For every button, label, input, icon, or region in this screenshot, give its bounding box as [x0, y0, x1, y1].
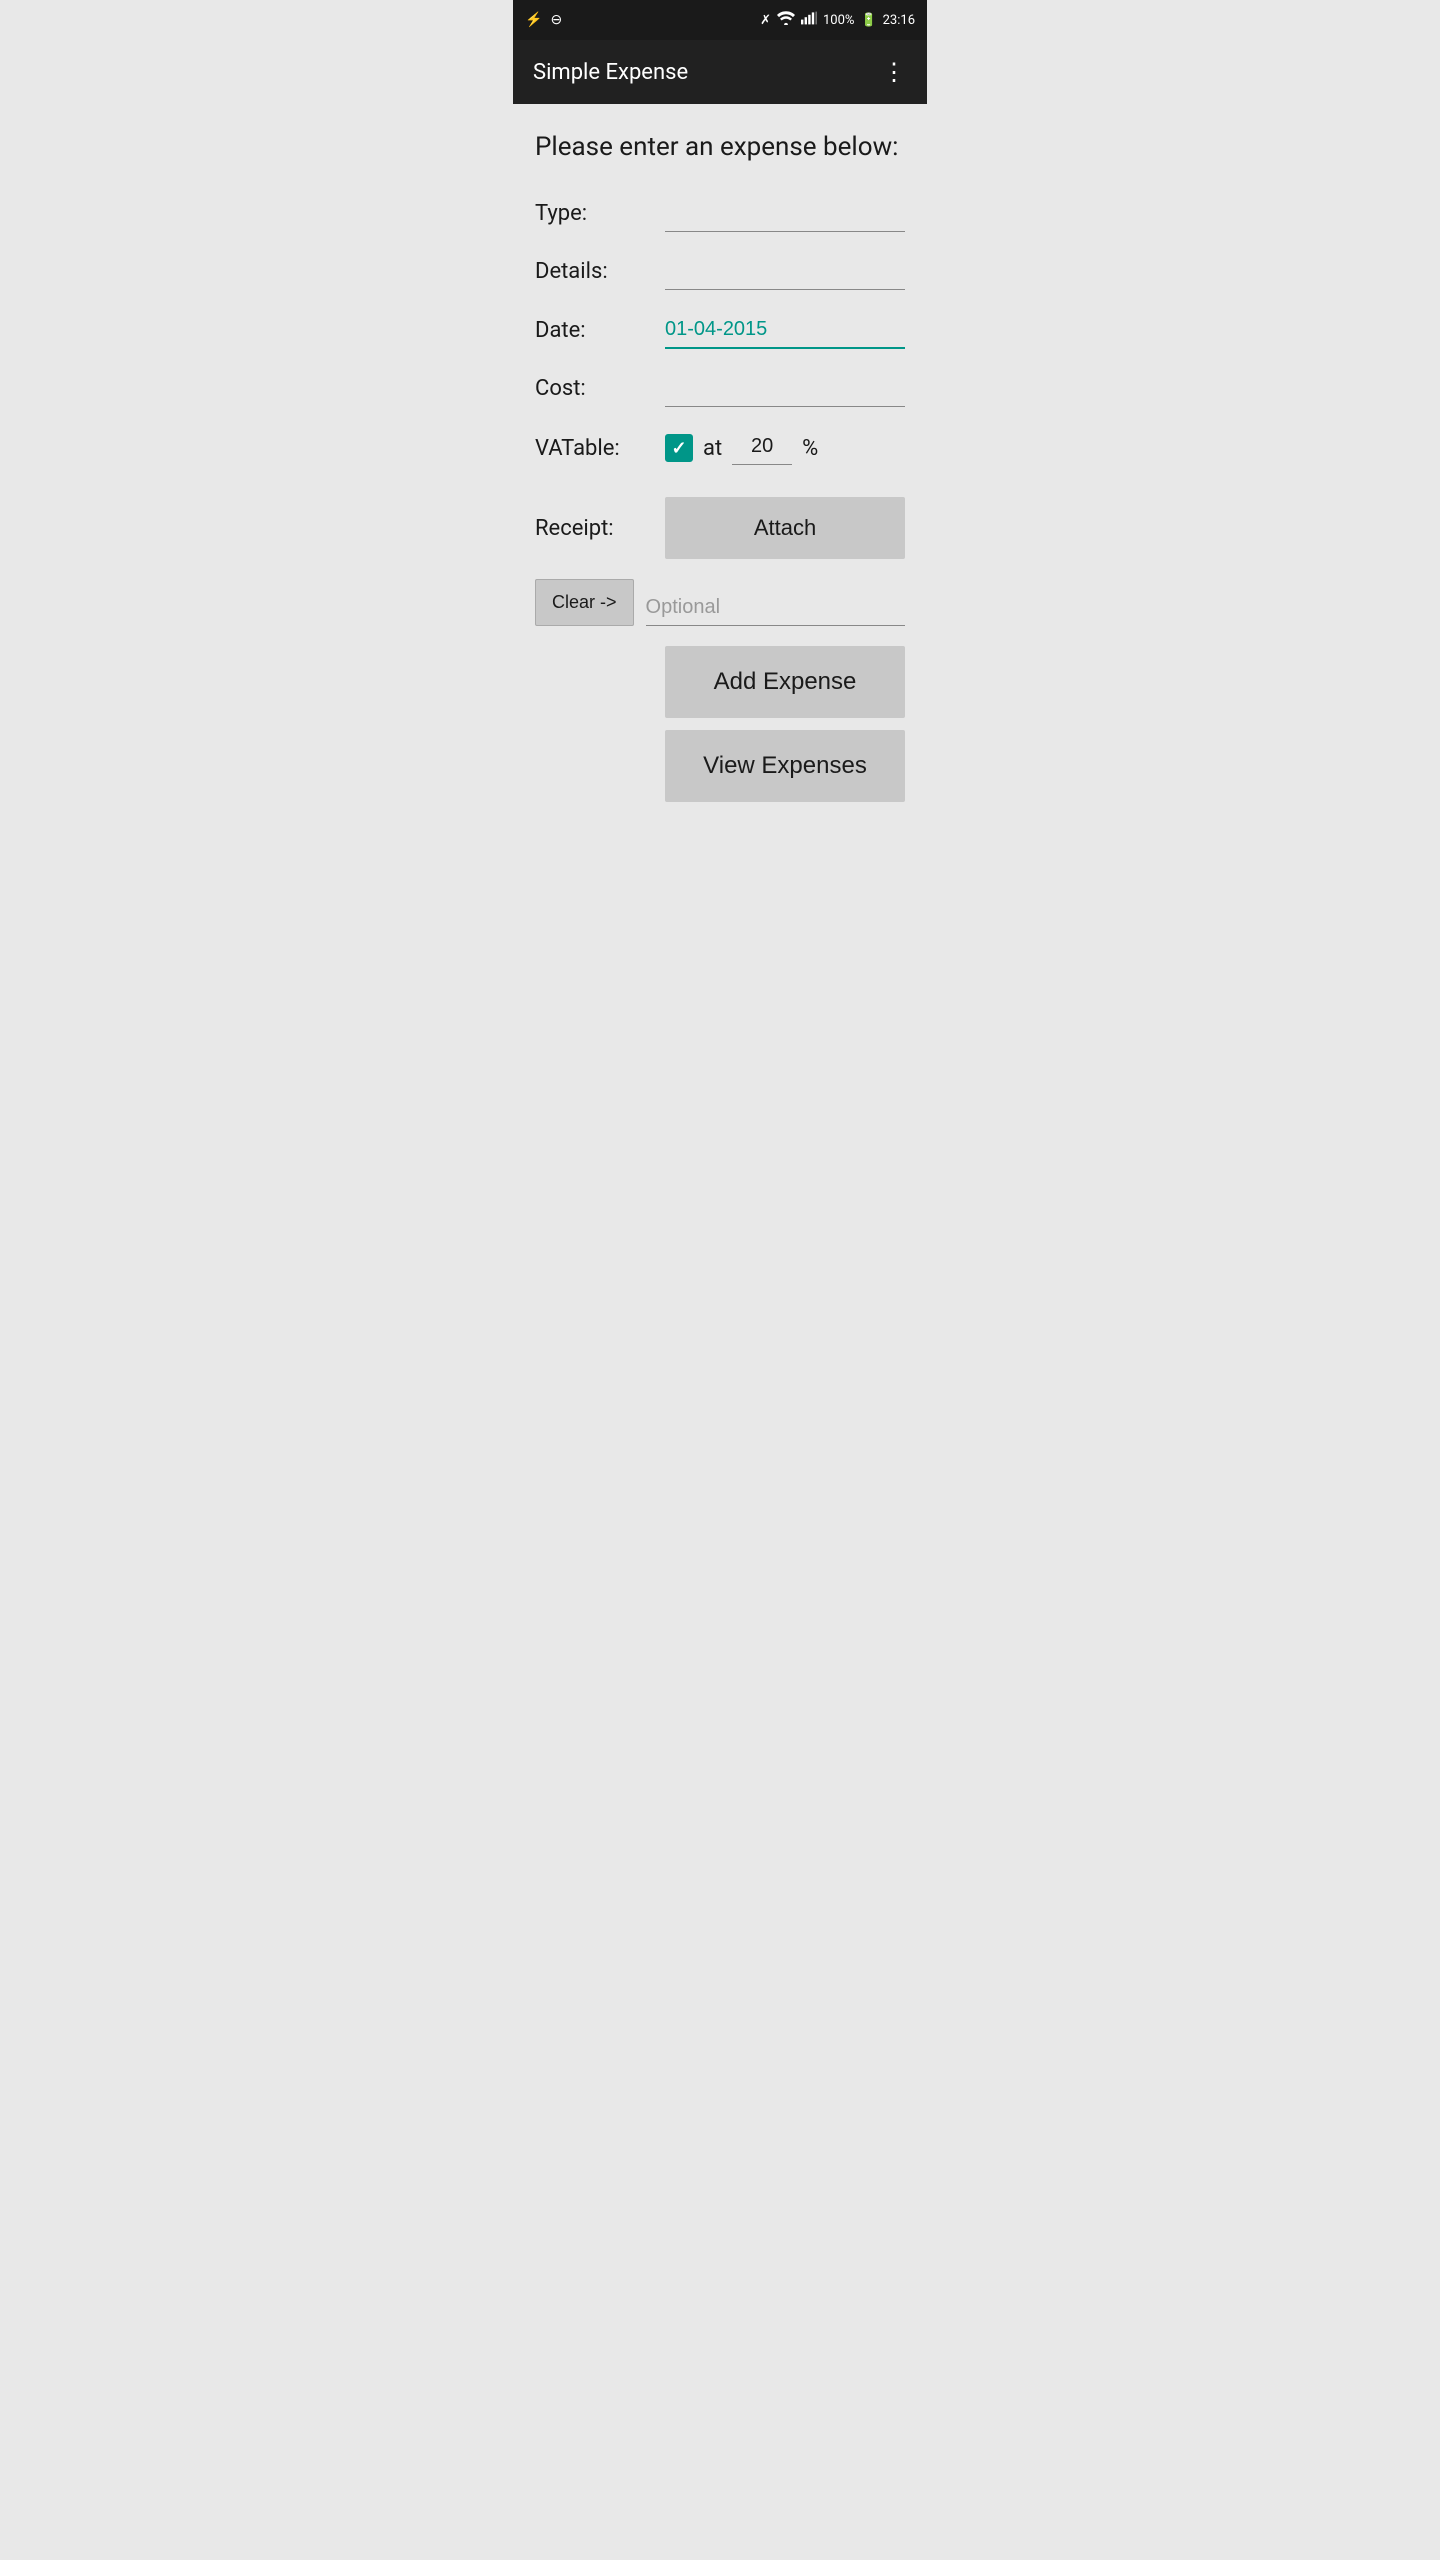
time-display: 23:16	[883, 13, 915, 28]
action-buttons-wrapper: Add Expense View Expenses	[535, 646, 905, 802]
type-label: Type:	[535, 201, 665, 232]
cost-field-wrapper	[665, 373, 905, 407]
view-expenses-button[interactable]: View Expenses	[665, 730, 905, 802]
attach-button[interactable]: Attach	[665, 497, 905, 559]
vat-rate-input[interactable]	[732, 431, 792, 465]
type-field-wrapper	[665, 198, 905, 232]
signal-icon	[801, 11, 817, 29]
form-heading: Please enter an expense below:	[535, 132, 905, 162]
main-content: Please enter an expense below: Type: Det…	[513, 104, 927, 854]
app-bar: Simple Expense ⋮	[513, 40, 927, 104]
details-field-wrapper	[665, 256, 905, 290]
clear-button[interactable]: Clear ->	[535, 579, 634, 626]
type-input[interactable]	[665, 198, 905, 232]
cost-input[interactable]	[665, 373, 905, 407]
date-row: Date:	[535, 314, 905, 349]
vatable-label: VATable:	[535, 436, 665, 461]
type-row: Type:	[535, 198, 905, 232]
optional-input[interactable]	[646, 592, 905, 626]
vatable-checkbox[interactable]: ✓	[665, 434, 693, 462]
bluetooth-icon: ✗	[760, 13, 771, 28]
cost-row: Cost:	[535, 373, 905, 407]
overflow-menu-icon[interactable]: ⋮	[882, 60, 907, 84]
app-title: Simple Expense	[533, 60, 688, 85]
cost-label: Cost:	[535, 376, 665, 407]
status-bar: ⚡ ⊖ ✗ 100% 🔋 23:16	[513, 0, 927, 40]
at-text: at	[703, 436, 722, 461]
receipt-row: Receipt: Attach	[535, 497, 905, 559]
date-input[interactable]	[665, 314, 905, 349]
status-left-icons: ⚡ ⊖	[525, 12, 562, 28]
clear-optional-row: Clear ->	[535, 579, 905, 626]
vatable-row: VATable: ✓ at %	[535, 431, 905, 465]
status-right-icons: ✗ 100% 🔋 23:16	[760, 11, 915, 29]
checkmark-icon: ✓	[671, 438, 686, 459]
add-expense-button[interactable]: Add Expense	[665, 646, 905, 718]
battery-text: 100%	[823, 13, 854, 28]
details-input[interactable]	[665, 256, 905, 290]
vatable-controls: ✓ at %	[665, 431, 905, 465]
battery-icon: 🔋	[860, 13, 876, 28]
percent-symbol: %	[802, 436, 818, 461]
details-row: Details:	[535, 256, 905, 290]
details-label: Details:	[535, 259, 665, 290]
usb-icon: ⚡	[525, 12, 542, 28]
date-field-wrapper	[665, 314, 905, 349]
receipt-label: Receipt:	[535, 516, 665, 541]
date-label: Date:	[535, 318, 665, 349]
wifi-icon	[777, 11, 795, 29]
optional-field-wrapper	[646, 592, 905, 626]
minus-circle-icon: ⊖	[550, 12, 562, 28]
